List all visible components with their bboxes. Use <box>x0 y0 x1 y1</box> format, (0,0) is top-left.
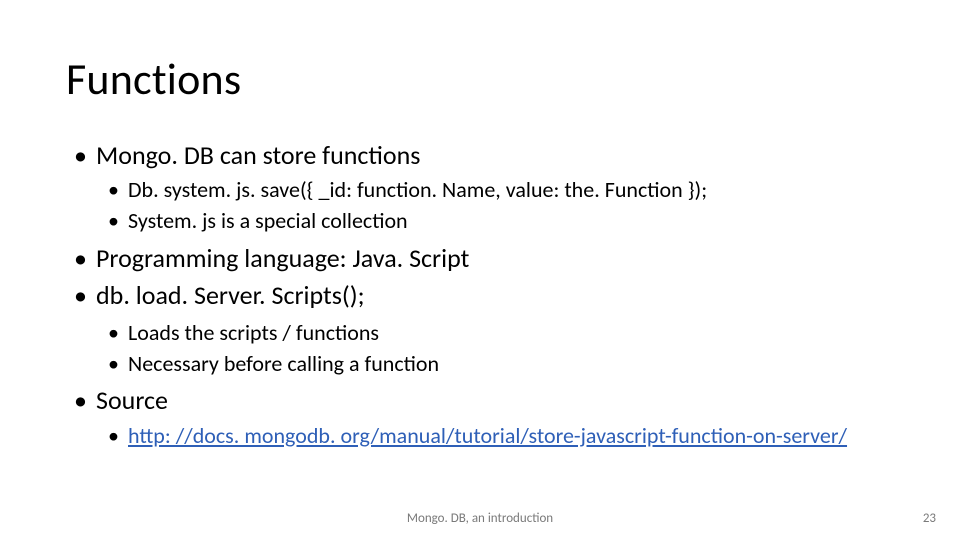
bullet-source-link-row: http: //docs. mongodb. org/manual/tutori… <box>66 421 906 451</box>
slide-title: Functions <box>66 52 241 106</box>
bullet-save-syntax: Db. system. js. save({ _id: function. Na… <box>66 175 906 206</box>
bullet-mongodb-store: Mongo. DB can store functions <box>66 138 906 173</box>
source-link[interactable]: http: //docs. mongodb. org/manual/tutori… <box>128 422 847 449</box>
page-number: 23 <box>923 511 936 526</box>
bullet-source: Source <box>66 383 906 418</box>
bullet-loads-scripts: Loads the scripts / functions <box>66 318 906 349</box>
slide: Functions Mongo. DB can store functions … <box>0 0 960 540</box>
bullet-necessary: Necessary before calling a function <box>66 349 906 380</box>
slide-content: Mongo. DB can store functions Db. system… <box>66 138 906 450</box>
footer-title: Mongo. DB, an introduction <box>0 511 960 526</box>
bullet-loadserverscripts: db. load. Server. Scripts(); <box>66 278 906 313</box>
bullet-language: Programming language: Java. Script <box>66 241 906 276</box>
bullet-systemjs-special: System. js is a special collection <box>66 206 906 237</box>
